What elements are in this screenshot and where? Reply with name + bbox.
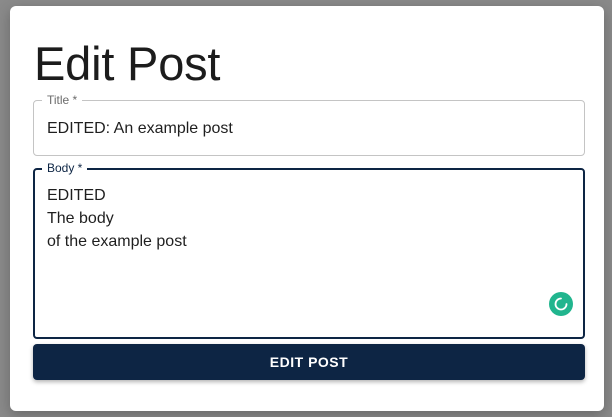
body-field-label: Body *	[42, 161, 88, 175]
spinner-icon[interactable]	[549, 292, 573, 316]
title-field[interactable]: Title * EDITED: An example post	[33, 93, 585, 156]
page-title: Edit Post	[34, 37, 221, 90]
edit-post-button[interactable]: EDIT POST	[33, 344, 585, 380]
body-field[interactable]: Body * EDITED The body of the example po…	[33, 161, 585, 339]
body-textarea[interactable]: EDITED The body of the example post	[47, 184, 187, 253]
title-input[interactable]: EDITED: An example post	[47, 117, 233, 140]
title-field-label: Title *	[42, 93, 83, 107]
edit-post-dialog: Edit Post Title * EDITED: An example pos…	[10, 6, 604, 411]
